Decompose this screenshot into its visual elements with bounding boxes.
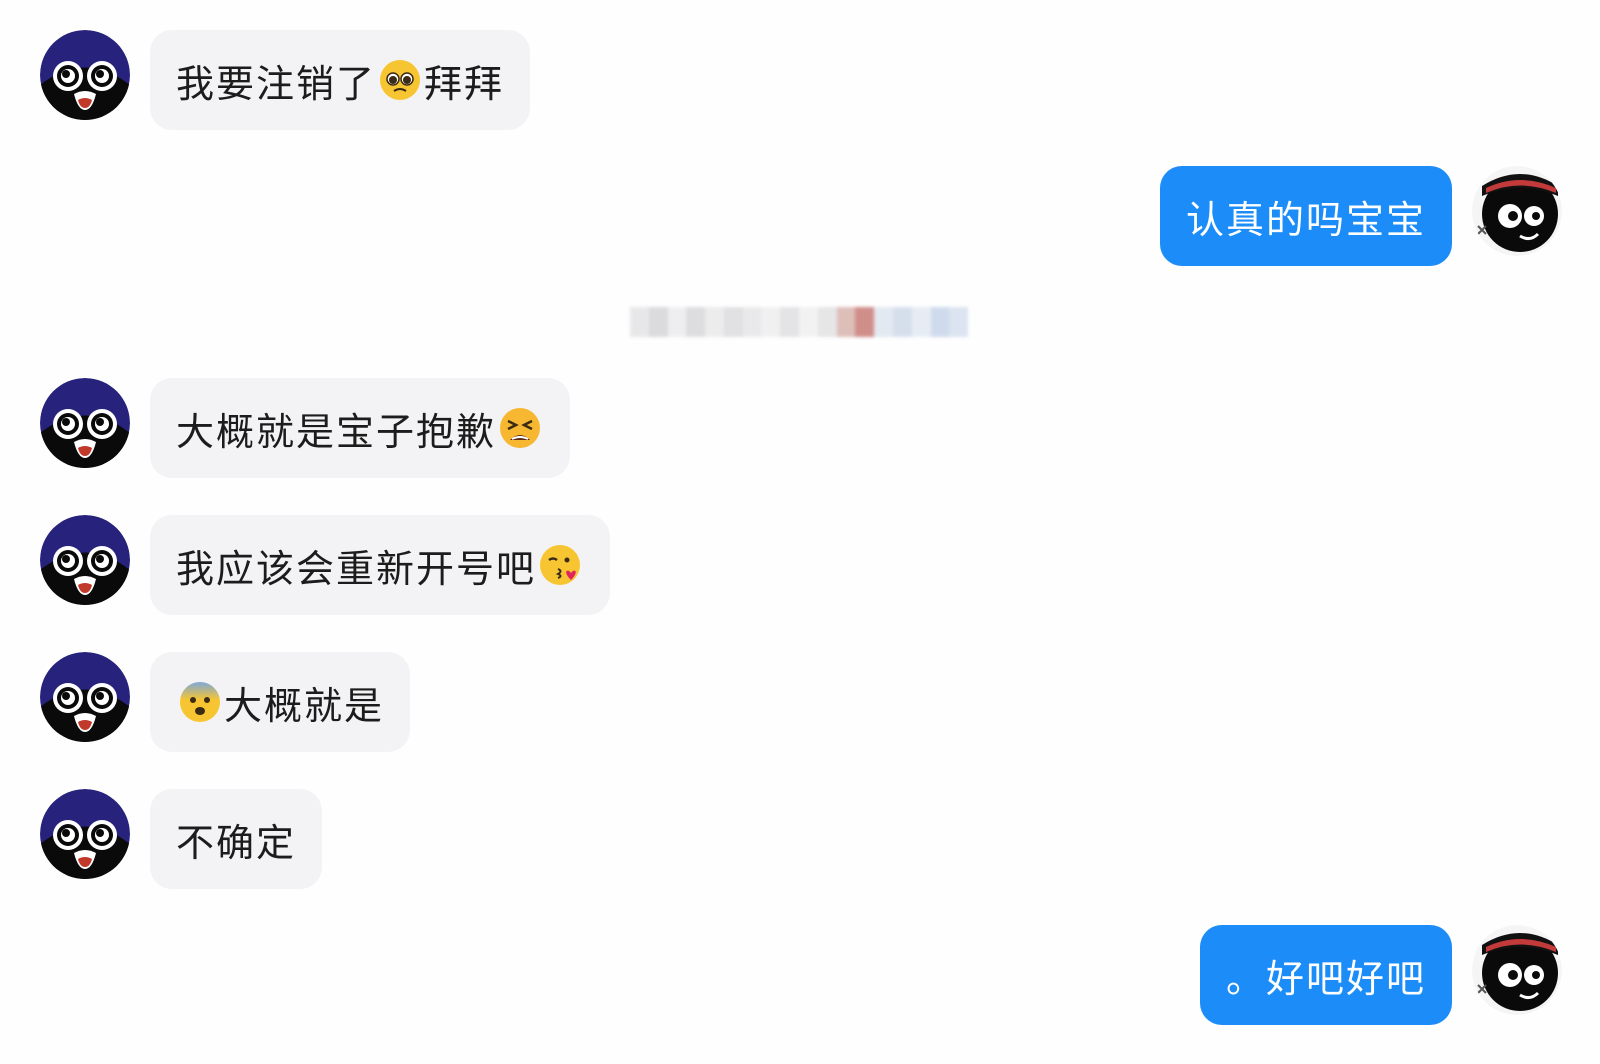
message-row: 大概就是: [40, 652, 411, 752]
contact-avatar[interactable]: [40, 789, 130, 879]
face-blowing-kiss-icon: [538, 543, 582, 587]
message-text: 大概就是宝子抱歉: [176, 409, 497, 454]
contact-avatar[interactable]: [40, 30, 130, 120]
pleading-face-icon: [378, 58, 422, 102]
owl-face-icon: [40, 378, 130, 468]
hat-face-icon: [1472, 925, 1562, 1015]
contact-avatar[interactable]: [40, 652, 130, 742]
message-row: 我应该会重新开号吧: [40, 515, 611, 615]
owl-face-icon: [40, 515, 130, 605]
message-bubble[interactable]: 认真的吗宝宝: [1159, 166, 1452, 266]
contact-avatar[interactable]: [40, 515, 130, 605]
message-text: 认真的吗宝宝: [1185, 197, 1426, 242]
message-bubble[interactable]: 我要注销了 拜拜: [150, 30, 531, 130]
message-bubble[interactable]: 。好吧好吧: [1199, 925, 1452, 1025]
message-row: 大概就是宝子抱歉: [40, 378, 571, 478]
message-row: 。好吧好吧: [1199, 925, 1562, 1025]
message-text: 不确定: [176, 820, 297, 865]
message-bubble[interactable]: 大概就是宝子抱歉: [150, 378, 571, 478]
fearful-face-icon: [178, 680, 222, 724]
user-avatar[interactable]: [1472, 166, 1562, 256]
message-text: 我要注销了: [176, 61, 377, 106]
message-row: 我要注销了 拜拜: [40, 30, 531, 130]
message-row: 不确定: [40, 789, 323, 889]
message-text: 拜拜: [424, 61, 505, 106]
owl-face-icon: [40, 652, 130, 742]
message-bubble[interactable]: 不确定: [150, 789, 323, 889]
message-row: 认真的吗宝宝: [1159, 166, 1562, 266]
user-avatar[interactable]: [1472, 925, 1562, 1015]
message-text: 我应该会重新开号吧: [176, 546, 537, 591]
hat-face-icon: [1472, 166, 1562, 256]
contact-avatar[interactable]: [40, 378, 130, 468]
message-text: 大概就是: [224, 683, 385, 728]
message-text: 。好吧好吧: [1225, 956, 1426, 1001]
owl-face-icon: [40, 30, 130, 120]
message-bubble[interactable]: 我应该会重新开号吧: [150, 515, 611, 615]
redacted-timestamp: [630, 307, 969, 337]
owl-face-icon: [40, 789, 130, 879]
tired-face-icon: [498, 406, 542, 450]
message-bubble[interactable]: 大概就是: [150, 652, 411, 752]
